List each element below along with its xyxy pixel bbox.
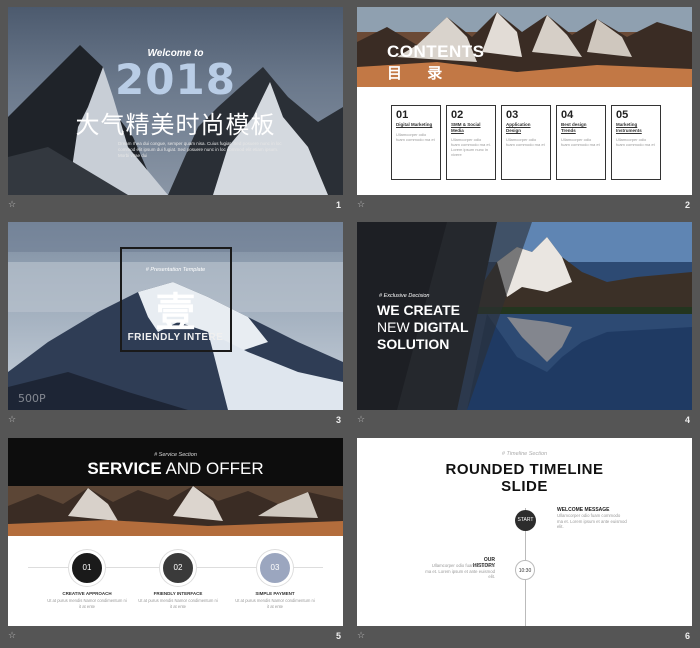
section-tag: # Exclusive Decision: [379, 293, 430, 299]
timeline-start-node[interactable]: START: [515, 510, 536, 531]
service-circle-02[interactable]: 02: [160, 550, 196, 586]
chapter-character: 壹: [155, 289, 196, 336]
contents-title: CONTENTS: [387, 42, 485, 61]
slide-thumbnail-4[interactable]: # Exclusive Decision WE CREATE NEW DIGIT…: [357, 222, 692, 410]
section-tag: # Presentation Template: [145, 267, 206, 273]
star-icon[interactable]: ☆: [357, 415, 365, 425]
slide-footer-1: ☆ 1: [8, 200, 343, 214]
description-text: Dream rhea dui congue, semper quam nisa.…: [118, 141, 282, 158]
service-circle-03[interactable]: 03: [257, 550, 293, 586]
service-desc-01: Ut at purus mendis Namor condimentum ni …: [47, 598, 127, 609]
service-title: SERVICE AND OFFER: [8, 459, 343, 479]
slide-number: 5: [335, 631, 341, 641]
slide-number: 1: [335, 200, 341, 210]
item-number: 04: [561, 109, 574, 121]
item-title: Application Design: [506, 122, 531, 133]
slide-thumbnail-3[interactable]: # Presentation Template 壹 FRIENDLY INTER…: [8, 222, 343, 410]
item-title: Digital Marketing: [396, 122, 433, 127]
service-title-03: SIMPLE PAYMENT: [255, 591, 295, 596]
item-desc: Ullamcorper odio fuam commodo ma et: [616, 137, 655, 147]
item-title: Marketing Instruments: [616, 122, 642, 133]
year-title: 2018: [115, 55, 236, 104]
slide-footer-6: ☆ 6: [357, 631, 692, 645]
headline-line-1: WE CREATE: [377, 302, 460, 318]
headline-line-2-normal: NEW: [377, 319, 414, 335]
mountain-strip-photo: [8, 486, 343, 536]
contents-item-05[interactable]: 05 Marketing Instruments Ullamcorper odi…: [611, 105, 661, 180]
item-desc: Ullamcorper odio fuam commodo ma et. Lor…: [451, 137, 491, 157]
item-desc: Ullamcorper odio fuam commodo ma et: [506, 137, 545, 147]
photo-watermark: 500P: [18, 392, 46, 405]
service-desc-03: Ut at purus mendis Namor condimentum ni …: [235, 598, 315, 609]
service-desc-02: Ut at purus mendis Namor condimentum ni …: [138, 598, 218, 609]
slide-thumbnail-2[interactable]: CONTENTS 目 录 01 Digital Marketing Ullamc…: [357, 7, 692, 195]
timeline-time-node[interactable]: 10:30: [515, 560, 535, 580]
service-title-bold: SERVICE: [87, 459, 162, 478]
headline-line-3: SOLUTION: [377, 336, 450, 352]
item-desc: Ullamcorper odio fuam commodo ma et: [396, 131, 435, 142]
headline-line-2-bold: DIGITAL: [413, 319, 469, 335]
slide-thumbnail-5[interactable]: # Service Section SERVICE AND OFFER 01 C…: [8, 438, 343, 626]
service-title-rest: AND OFFER: [161, 459, 264, 478]
slide-number: 6: [684, 631, 690, 641]
section-tag: # Timeline Section: [501, 451, 548, 457]
item-number: 05: [616, 109, 629, 121]
history-desc: Ullamcorper odio fuam commodo ma et. Lor…: [425, 563, 495, 579]
star-icon[interactable]: ☆: [357, 200, 365, 210]
star-icon[interactable]: ☆: [8, 631, 16, 641]
section-tag: # Service Section: [154, 452, 197, 458]
contents-cn-title: 目 录: [387, 64, 453, 82]
timeline-title-line-1: ROUNDED TIMELINE: [445, 461, 604, 478]
slide-number: 3: [335, 415, 341, 425]
slide-number: 2: [684, 200, 690, 210]
chinese-title: 大气精美时尚模板: [75, 111, 276, 139]
timeline-title-line-2: SLIDE: [501, 478, 548, 495]
service-title-02: FRIENDLY INTERFACE: [153, 591, 203, 596]
slide-thumbnail-1[interactable]: Welcome to 2018 大气精美时尚模板 Dream rhea dui …: [8, 7, 343, 195]
chapter-subtitle: FRIENDLY INTERE: [127, 332, 224, 343]
contents-item-02[interactable]: 02 SMM & Social Media Ullamcorper odio f…: [446, 105, 496, 180]
slide-thumbnail-6[interactable]: # Timeline Section ROUNDED TIMELINE SLID…: [357, 438, 692, 626]
slide-footer-3: ☆ 3: [8, 415, 343, 429]
star-icon[interactable]: ☆: [357, 631, 365, 641]
item-number: 02: [451, 109, 464, 121]
item-desc: Ullamcorper odio fuam commodo ma et: [561, 137, 600, 147]
item-title: SMM & Social Media: [451, 122, 481, 133]
slide-footer-5: ☆ 5: [8, 631, 343, 645]
star-icon[interactable]: ☆: [8, 200, 16, 210]
slide-footer-2: ☆ 2: [357, 200, 692, 214]
contents-item-04[interactable]: 04 Best design Trends Ullamcorper odio f…: [556, 105, 606, 180]
contents-item-01[interactable]: 01 Digital Marketing Ullamcorper odio fu…: [391, 105, 441, 180]
slide-number: 4: [684, 415, 690, 425]
item-number: 01: [396, 109, 409, 121]
star-icon[interactable]: ☆: [8, 415, 16, 425]
slide-footer-4: ☆ 4: [357, 415, 692, 429]
welcome-message-desc: Ullamcorper odio fuam commodo ma et. Lor…: [557, 513, 627, 529]
service-title-01: CREATIVE APPROACH: [62, 591, 112, 596]
headline-line-2: NEW DIGITAL: [377, 319, 469, 335]
item-number: 03: [506, 109, 519, 121]
contents-item-03[interactable]: 03 Application Design Ullamcorper odio f…: [501, 105, 551, 180]
item-title: Best design Trends: [561, 122, 587, 133]
service-circle-01[interactable]: 01: [69, 550, 105, 586]
